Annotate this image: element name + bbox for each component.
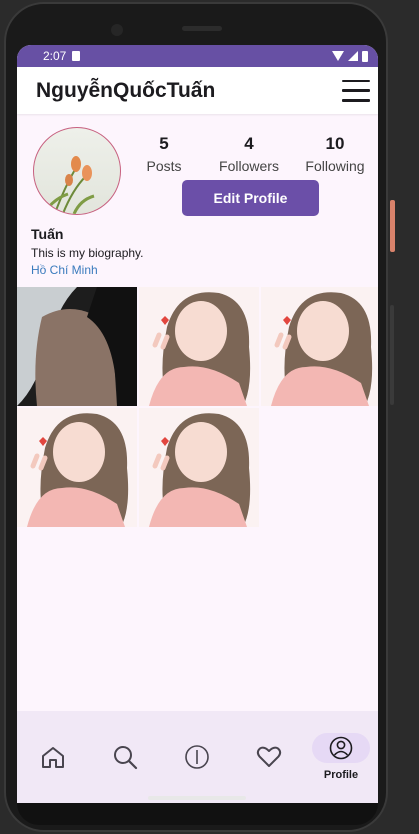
profile-name: Tuấn bbox=[31, 226, 64, 242]
nav-add-pill bbox=[168, 742, 226, 772]
tulip-photo bbox=[46, 156, 95, 214]
nav-home[interactable] bbox=[17, 742, 89, 772]
nav-profile-label: Profile bbox=[323, 769, 359, 781]
hamburger-menu-icon[interactable] bbox=[342, 79, 370, 102]
post-thumbnail[interactable] bbox=[17, 408, 137, 527]
avatar[interactable] bbox=[33, 127, 121, 215]
girl-illustration bbox=[139, 408, 259, 527]
posts-count: 5 bbox=[159, 134, 169, 153]
battery-icon bbox=[362, 50, 368, 62]
gesture-home-bar[interactable] bbox=[148, 796, 246, 800]
posts-stat[interactable]: 5 Posts bbox=[124, 134, 204, 174]
status-time: 2:07 bbox=[43, 49, 67, 63]
app-bar: NguyễnQuốcTuấn bbox=[17, 67, 378, 114]
earpiece-speaker bbox=[182, 26, 222, 31]
girl-illustration bbox=[261, 287, 378, 406]
girl-illustration bbox=[139, 287, 259, 406]
heart-icon bbox=[256, 746, 282, 767]
front-camera bbox=[111, 24, 123, 36]
biography-text: This is my biography. bbox=[31, 246, 144, 260]
followers-stat[interactable]: 4 Followers bbox=[209, 134, 289, 174]
nav-home-pill bbox=[24, 742, 82, 772]
power-button bbox=[390, 200, 395, 252]
nav-activity[interactable] bbox=[233, 742, 305, 772]
sd-card-icon bbox=[72, 51, 81, 61]
following-stat[interactable]: 10 Following bbox=[295, 134, 375, 174]
following-label: Following bbox=[305, 158, 365, 174]
post-thumbnail[interactable] bbox=[139, 408, 259, 527]
profile-header: 5 Posts 4 Followers 10 Following Edit Pr… bbox=[17, 114, 378, 287]
man-portrait-photo bbox=[17, 287, 137, 406]
edit-profile-button[interactable]: Edit Profile bbox=[182, 180, 319, 216]
nav-add[interactable] bbox=[161, 742, 233, 772]
girl-illustration bbox=[17, 408, 137, 527]
app-title: NguyễnQuốcTuấn bbox=[36, 78, 216, 102]
posts-label: Posts bbox=[146, 158, 182, 174]
posts-grid bbox=[17, 287, 378, 527]
nav-activity-pill bbox=[240, 742, 298, 772]
status-bar: 2:07 bbox=[17, 45, 378, 67]
post-thumbnail[interactable] bbox=[17, 287, 137, 406]
bottom-navigation: Profile bbox=[17, 711, 378, 803]
home-icon bbox=[42, 747, 64, 768]
nav-search-pill bbox=[96, 742, 154, 772]
post-thumbnail[interactable] bbox=[261, 287, 378, 406]
app-screen: 2:07 NguyễnQuốcTuấn 5 Posts 4 Followers … bbox=[17, 45, 378, 803]
following-count: 10 bbox=[325, 134, 345, 153]
followers-label: Followers bbox=[219, 158, 279, 174]
status-icons bbox=[332, 50, 368, 62]
location-link[interactable]: Hồ Chí Minh bbox=[31, 263, 143, 277]
nav-profile[interactable]: Profile bbox=[305, 733, 377, 781]
add-post-icon bbox=[185, 745, 209, 769]
wifi-icon bbox=[332, 51, 344, 61]
followers-count: 4 bbox=[244, 134, 254, 153]
profile-icon bbox=[329, 736, 353, 760]
nav-profile-pill bbox=[312, 733, 370, 763]
phone-chin bbox=[17, 803, 378, 825]
signal-icon bbox=[348, 51, 358, 61]
post-thumbnail[interactable] bbox=[139, 287, 259, 406]
search-icon bbox=[114, 746, 138, 770]
nav-search[interactable] bbox=[89, 742, 161, 772]
volume-button bbox=[390, 305, 394, 405]
bio-section: Tuấn This is my biography. Hồ Chí Minh bbox=[31, 226, 143, 277]
